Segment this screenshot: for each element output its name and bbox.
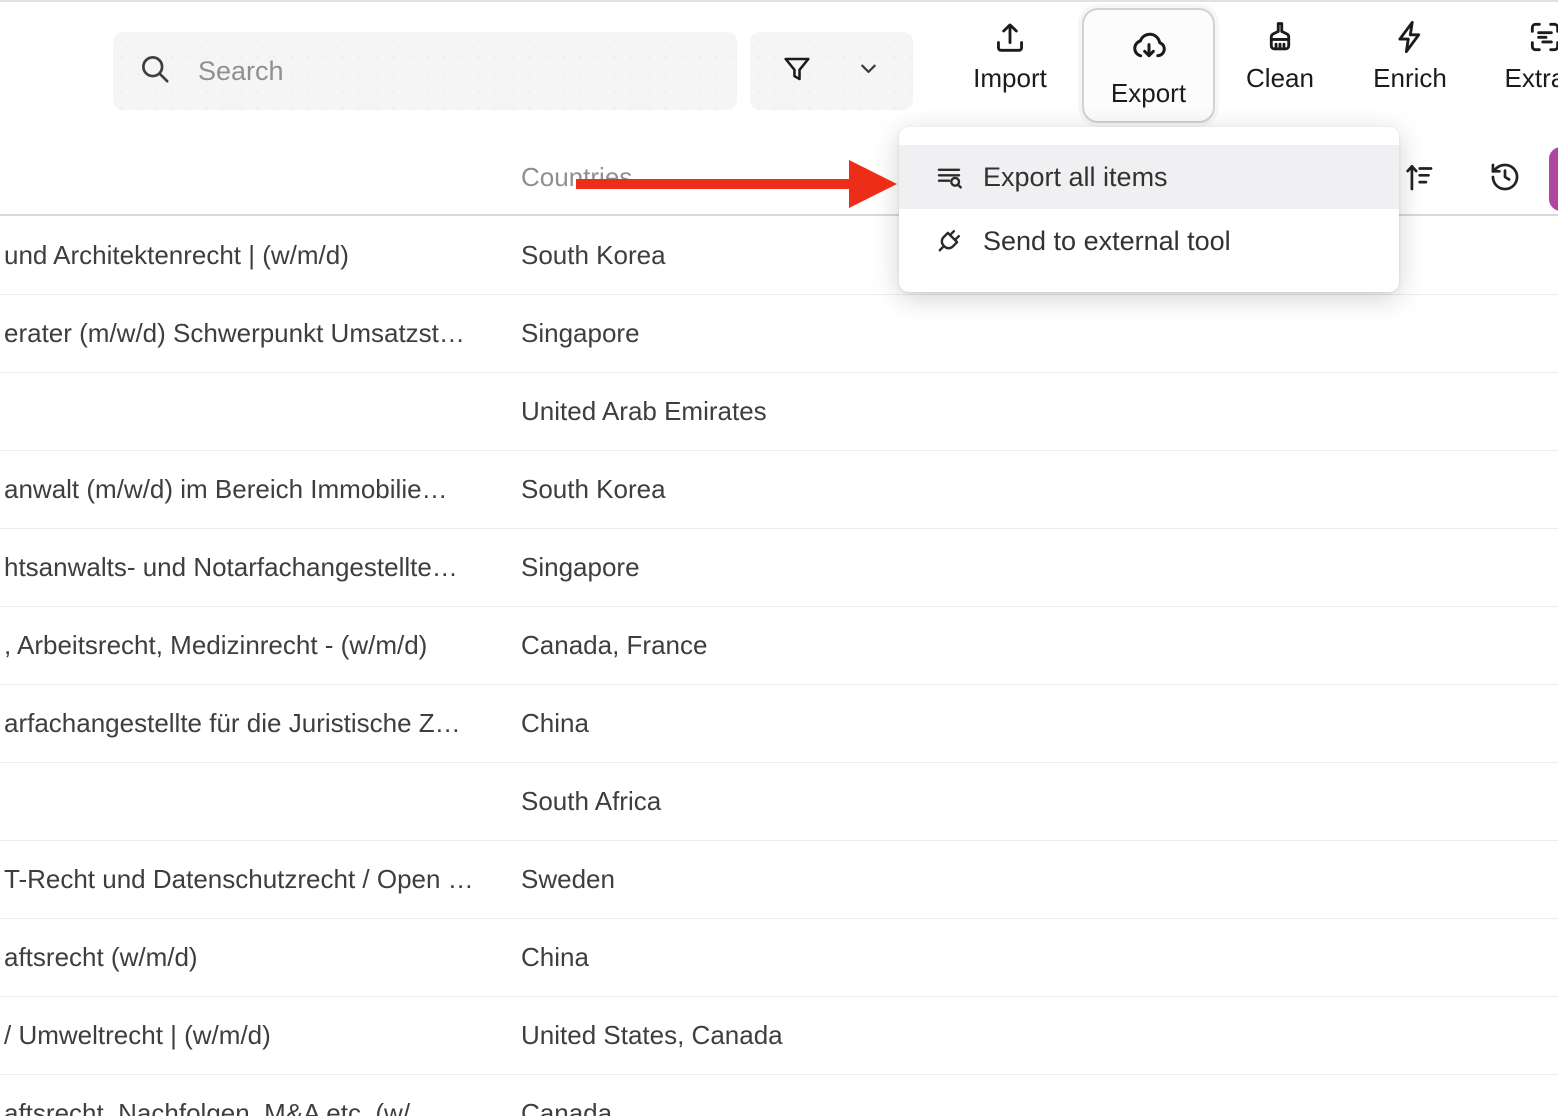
row-title: aftsrecht (w/m/d)	[4, 942, 198, 972]
table-row[interactable]: / Umweltrecht | (w/m/d) United States, C…	[0, 996, 1558, 1075]
import-button[interactable]: Import	[952, 18, 1068, 91]
countries-column-header[interactable]: Countries	[521, 162, 632, 193]
row-countries: Canada, France	[521, 630, 708, 660]
table-row[interactable]: anwalt (m/w/d) im Bereich Immobilie… Sou…	[0, 450, 1558, 529]
clean-label: Clean	[1246, 63, 1314, 93]
extract-button[interactable]: Extract	[1487, 18, 1558, 91]
row-countries: South Africa	[521, 786, 662, 816]
extract-label: Extract	[1504, 63, 1558, 93]
chevron-down-icon	[855, 55, 882, 87]
sort-button[interactable]	[1402, 160, 1436, 194]
table-row[interactable]: erater (m/w/d) Schwerpunkt Umsatzst… Sin…	[0, 294, 1558, 373]
search-box[interactable]	[113, 32, 737, 110]
upload-icon	[991, 18, 1029, 56]
row-title: arfachangestellte für die Juristische Z…	[4, 708, 461, 738]
table-row[interactable]: arfachangestellte für die Juristische Z……	[0, 684, 1558, 763]
table-row[interactable]: aftsrecht, Nachfolgen, M&A etc. (w/ Cana…	[0, 1074, 1558, 1116]
menu-item-label: Send to external tool	[983, 225, 1231, 256]
table-row[interactable]: htsanwalts- und Notarfachangestellte… Si…	[0, 528, 1558, 607]
table-row[interactable]: , Arbeitsrecht, Medizinrecht - (w/m/d) C…	[0, 606, 1558, 685]
export-dropdown-menu: Export all items Send to external tool	[899, 127, 1399, 292]
sort-icon	[1402, 165, 1436, 198]
table-row[interactable]: T-Recht und Datenschutzrecht / Open … Sw…	[0, 840, 1558, 919]
row-countries: Singapore	[521, 318, 640, 348]
row-title: htsanwalts- und Notarfachangestellte…	[4, 552, 458, 582]
row-title: / Umweltrecht | (w/m/d)	[4, 1020, 271, 1050]
row-title: aftsrecht, Nachfolgen, M&A etc. (w/	[4, 1098, 411, 1116]
enrich-label: Enrich	[1373, 63, 1447, 93]
funnel-icon	[781, 53, 813, 90]
top-divider	[0, 0, 1558, 2]
app-screen: Import Export Clean Enrich	[0, 0, 1558, 1116]
export-label: Export	[1110, 77, 1187, 108]
filter-button[interactable]	[750, 32, 913, 110]
history-button[interactable]	[1488, 160, 1522, 194]
row-title	[4, 372, 504, 450]
clean-button[interactable]: Clean	[1222, 18, 1338, 91]
row-title	[4, 762, 504, 840]
table-row[interactable]: United Arab Emirates	[0, 372, 1558, 451]
enrich-button[interactable]: Enrich	[1352, 18, 1468, 91]
row-countries: United Arab Emirates	[521, 396, 767, 426]
row-countries: Canada	[521, 1098, 613, 1116]
brush-icon	[1261, 18, 1299, 56]
row-title: anwalt (m/w/d) im Bereich Immobilie…	[4, 474, 448, 504]
list-search-icon	[933, 161, 965, 193]
menu-item-label: Export all items	[983, 161, 1168, 192]
row-title: und Architektenrecht | (w/m/d)	[4, 240, 349, 270]
scan-text-icon	[1526, 18, 1558, 56]
lightning-icon	[1391, 18, 1429, 56]
row-countries: China	[521, 942, 589, 972]
row-countries: South Korea	[521, 474, 666, 504]
row-title: T-Recht und Datenschutzrecht / Open …	[4, 864, 474, 894]
row-countries: China	[521, 708, 589, 738]
export-button[interactable]: Export	[1082, 8, 1215, 123]
cloud-download-icon	[1129, 26, 1169, 71]
accent-pill-button[interactable]	[1549, 147, 1558, 211]
table-row[interactable]: aftsrecht (w/m/d) China	[0, 918, 1558, 997]
search-input[interactable]	[196, 54, 680, 88]
table-row[interactable]: South Africa	[0, 762, 1558, 841]
plug-icon	[933, 225, 965, 257]
row-countries: United States, Canada	[521, 1020, 783, 1050]
import-label: Import	[973, 63, 1047, 93]
row-title: erater (m/w/d) Schwerpunkt Umsatzst…	[4, 318, 465, 348]
menu-item-send-to-external-tool[interactable]: Send to external tool	[899, 209, 1399, 273]
row-countries: South Korea	[521, 240, 666, 270]
row-title: , Arbeitsrecht, Medizinrecht - (w/m/d)	[4, 630, 428, 660]
menu-item-export-all-items[interactable]: Export all items	[899, 145, 1399, 209]
search-icon	[138, 52, 172, 91]
row-countries: Singapore	[521, 552, 640, 582]
row-countries: Sweden	[521, 864, 615, 894]
history-icon	[1488, 163, 1522, 198]
